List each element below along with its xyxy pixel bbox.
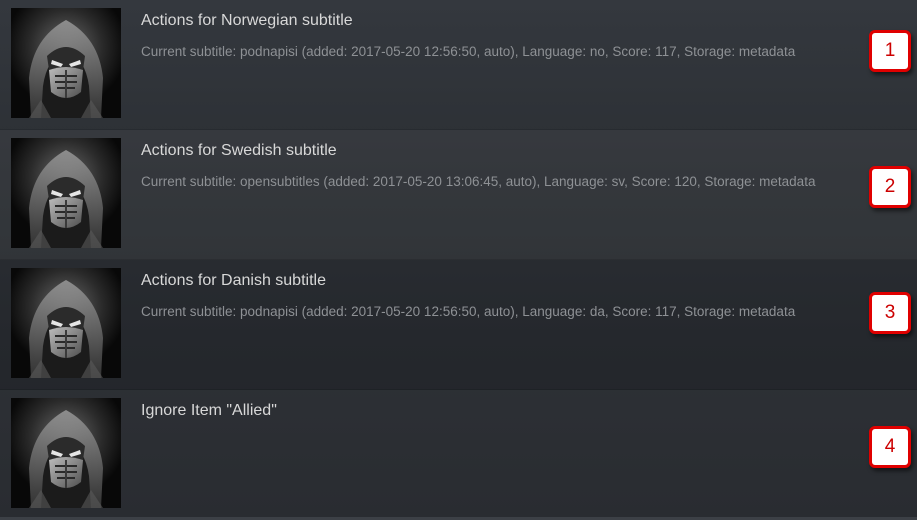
item-subtitle-info: Current subtitle: podnapisi (added: 2017…: [141, 44, 796, 59]
annotation-badge: 4: [869, 426, 911, 468]
annotation-badge: 3: [869, 292, 911, 334]
masked-ninja-poster-icon: [11, 268, 121, 378]
item-subtitle-info: Current subtitle: podnapisi (added: 2017…: [141, 304, 796, 319]
annotation-badge: 2: [869, 166, 911, 208]
item-subtitle-info: Current subtitle: opensubtitles (added: …: [141, 174, 816, 189]
item-title: Actions for Norwegian subtitle: [141, 12, 353, 29]
item-title: Ignore Item "Allied": [141, 402, 277, 419]
item-title: Actions for Swedish subtitle: [141, 142, 337, 159]
masked-ninja-poster-icon: [11, 138, 121, 248]
item-title: Actions for Danish subtitle: [141, 272, 326, 289]
list-item[interactable]: Actions for Norwegian subtitle Current s…: [0, 0, 917, 130]
list-item[interactable]: Ignore Item "Allied" 4: [0, 390, 917, 520]
action-list: Actions for Norwegian subtitle Current s…: [0, 0, 917, 520]
masked-ninja-poster-icon: [11, 398, 121, 508]
masked-ninja-poster-icon: [11, 8, 121, 118]
list-item[interactable]: Actions for Swedish subtitle Current sub…: [0, 130, 917, 260]
list-item[interactable]: Actions for Danish subtitle Current subt…: [0, 260, 917, 390]
annotation-badge: 1: [869, 30, 911, 72]
